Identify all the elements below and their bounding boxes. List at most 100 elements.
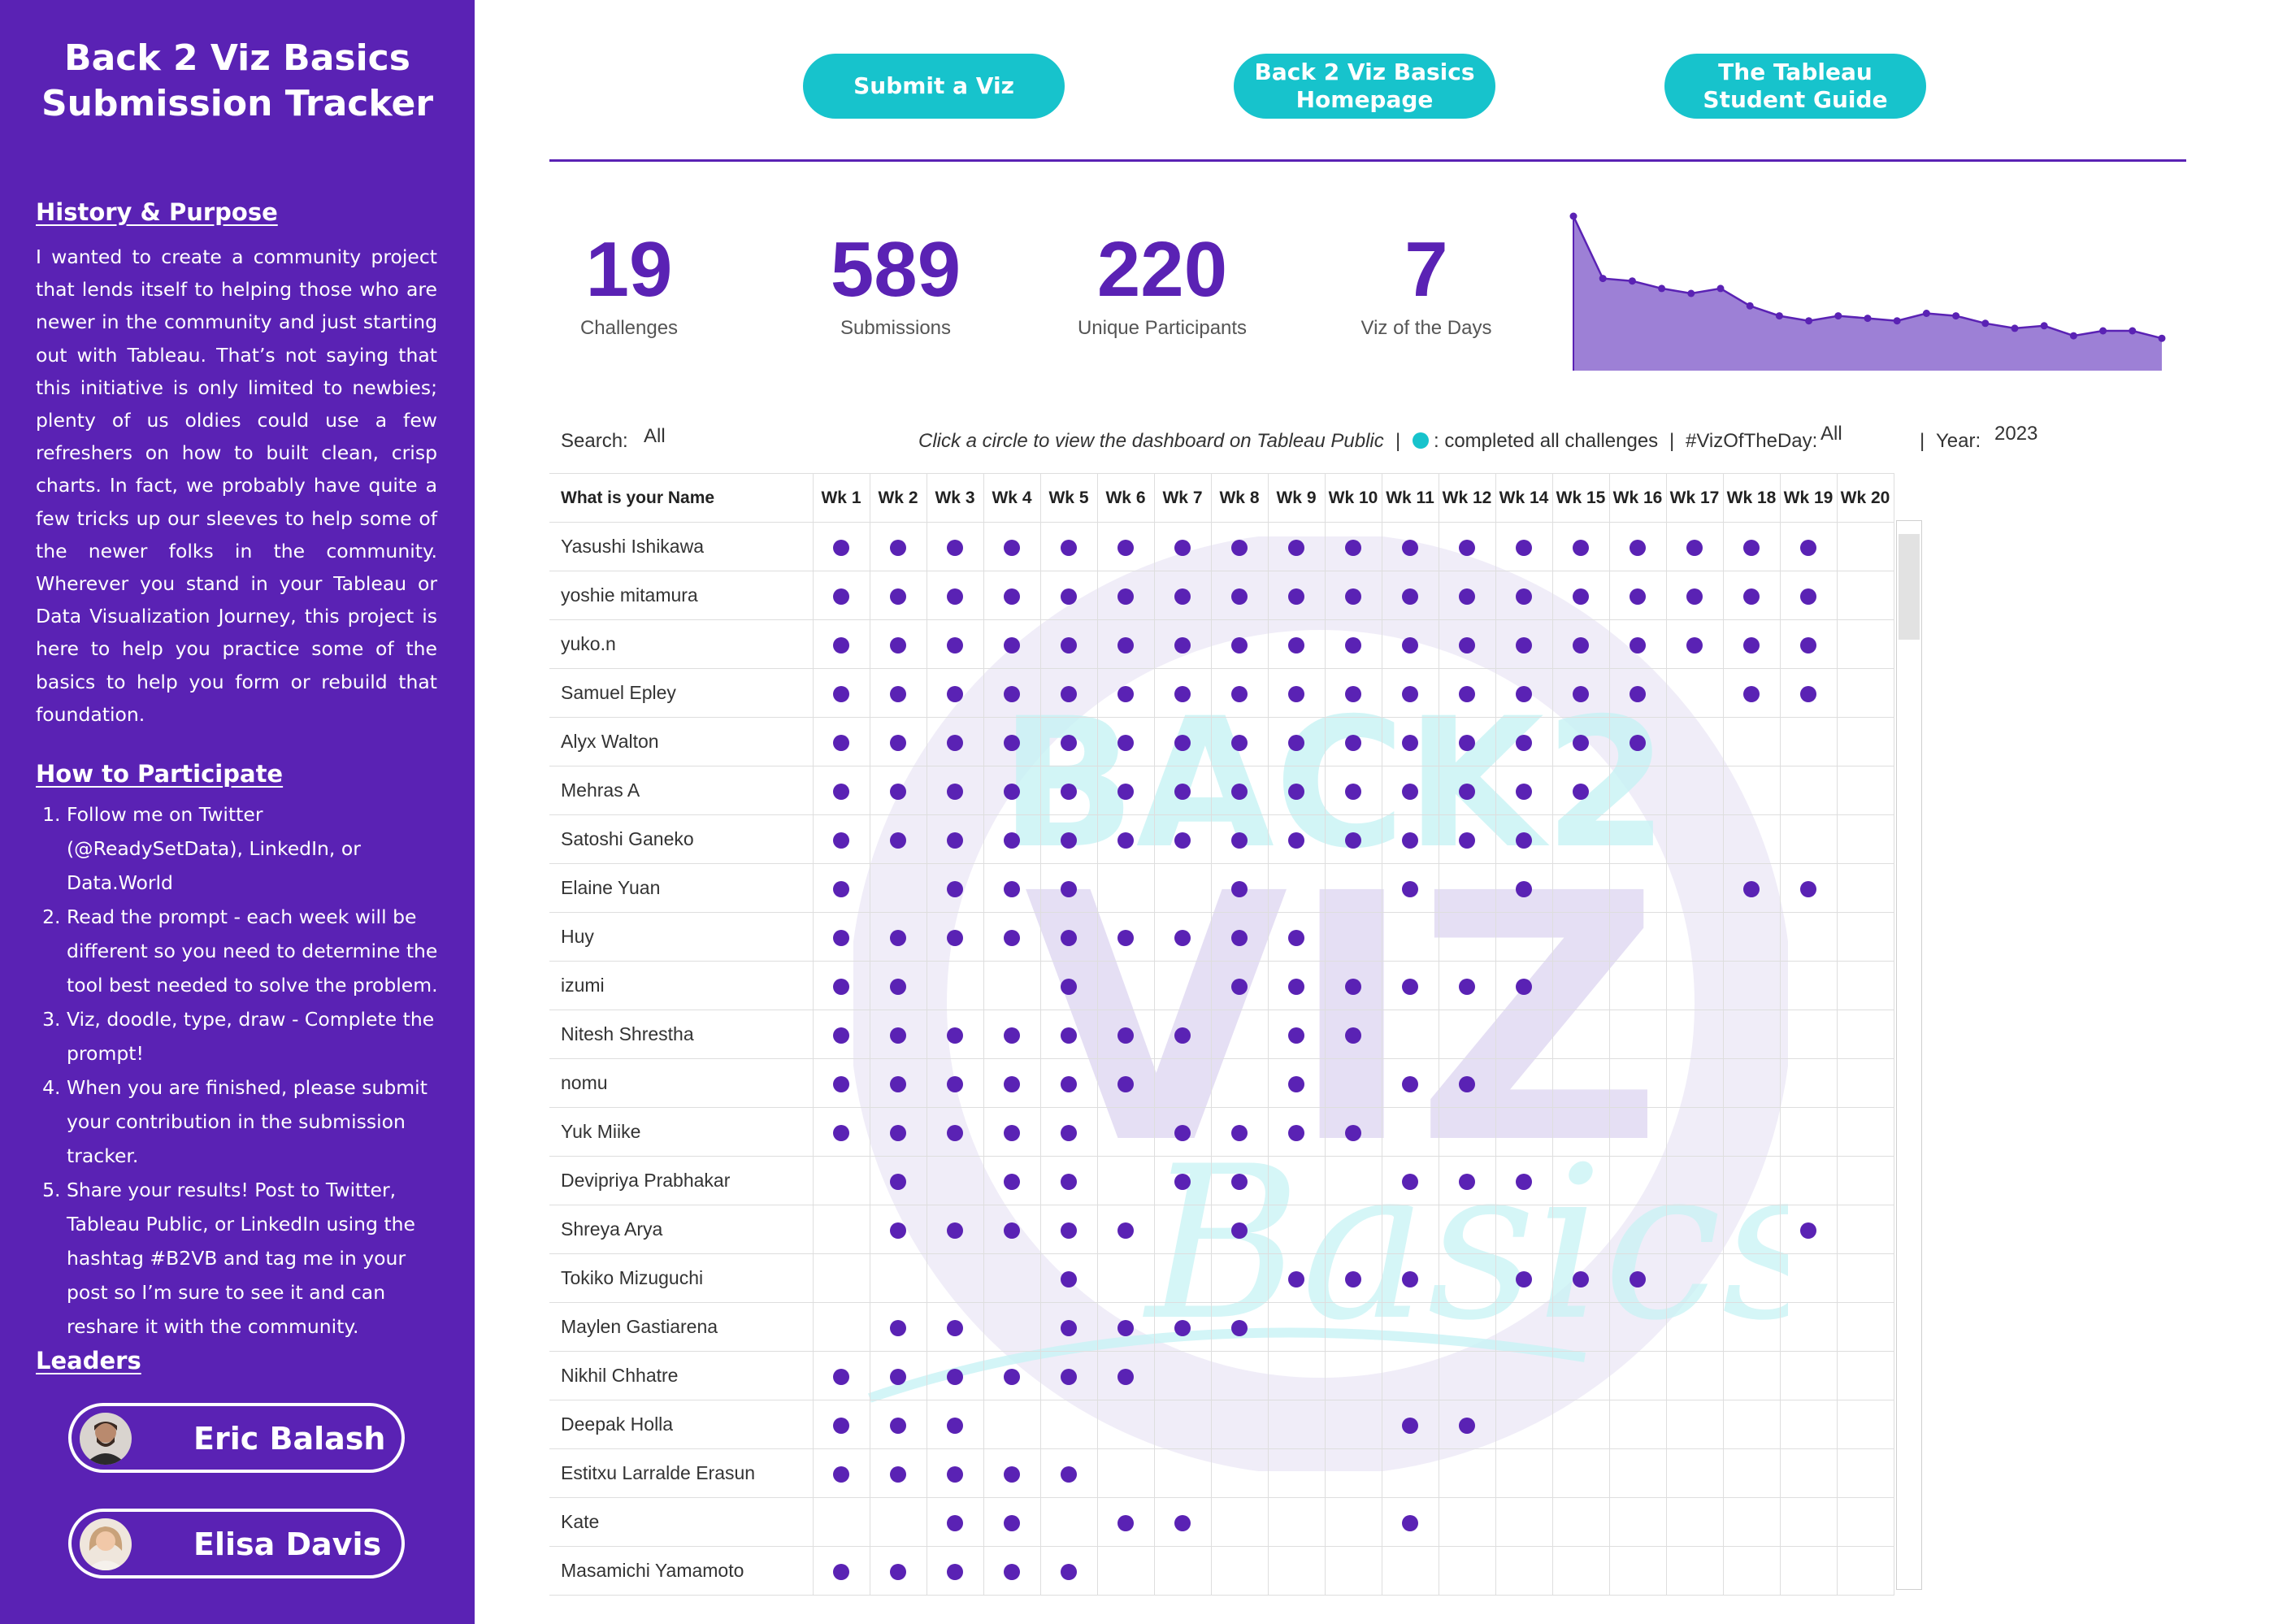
submission-dot[interactable] — [1061, 1222, 1077, 1239]
week-column-header[interactable]: Wk 8 — [1210, 473, 1269, 523]
table-scrollbar[interactable] — [1896, 520, 1922, 1590]
submission-dot[interactable] — [1516, 734, 1532, 751]
submissions-sparkline[interactable] — [1569, 211, 2170, 379]
submission-dot[interactable] — [1004, 1222, 1020, 1239]
submission-dot[interactable] — [1402, 1270, 1418, 1287]
submission-dot[interactable] — [1288, 1027, 1304, 1044]
submission-dot[interactable] — [1231, 636, 1248, 654]
submission-dot[interactable] — [1743, 588, 1760, 605]
submission-dot[interactable] — [1402, 1514, 1418, 1531]
week-column-header[interactable]: Wk 2 — [869, 473, 927, 523]
submission-dot[interactable] — [947, 783, 963, 800]
submission-dot[interactable] — [1004, 832, 1020, 849]
submission-dot[interactable] — [1516, 783, 1532, 800]
search-filter-value[interactable]: All — [644, 425, 666, 448]
submission-dot[interactable] — [1686, 539, 1703, 556]
submission-dot[interactable] — [890, 1075, 906, 1092]
submission-dot[interactable] — [1061, 1466, 1077, 1483]
submission-dot[interactable] — [1004, 1027, 1020, 1044]
submission-dot[interactable] — [1459, 832, 1475, 849]
submission-dot[interactable] — [833, 880, 849, 897]
submission-dot[interactable] — [1800, 1222, 1816, 1239]
week-column-header[interactable]: Wk 9 — [1267, 473, 1326, 523]
year-filter-value[interactable]: 2023 — [1994, 423, 2037, 445]
submission-dot[interactable] — [1345, 685, 1361, 702]
submission-dot[interactable] — [1516, 588, 1532, 605]
submission-dot[interactable] — [1004, 929, 1020, 946]
week-column-header[interactable]: Wk 1 — [812, 473, 870, 523]
submission-dot[interactable] — [1573, 588, 1589, 605]
submission-dot[interactable] — [1345, 1124, 1361, 1141]
submission-dot[interactable] — [1231, 588, 1248, 605]
submission-dot[interactable] — [1117, 636, 1134, 654]
submission-dot[interactable] — [1288, 1075, 1304, 1092]
week-column-header[interactable]: Wk 17 — [1665, 473, 1724, 523]
submit-viz-button[interactable]: Submit a Viz — [803, 54, 1065, 119]
submission-dot[interactable] — [1004, 880, 1020, 897]
submission-dot[interactable] — [1459, 685, 1475, 702]
submission-dot[interactable] — [890, 978, 906, 995]
submission-dot[interactable] — [1061, 1124, 1077, 1141]
submission-dot[interactable] — [1117, 929, 1134, 946]
submission-dot[interactable] — [833, 1368, 849, 1385]
submission-dot[interactable] — [1288, 636, 1304, 654]
submission-dot[interactable] — [947, 1075, 963, 1092]
submission-dot[interactable] — [947, 1514, 963, 1531]
submission-dot[interactable] — [1573, 1270, 1589, 1287]
submission-dot[interactable] — [1117, 1222, 1134, 1239]
submission-dot[interactable] — [1004, 734, 1020, 751]
submission-dot[interactable] — [890, 1173, 906, 1190]
submission-dot[interactable] — [1288, 685, 1304, 702]
submission-dot[interactable] — [1174, 1173, 1191, 1190]
submission-dot[interactable] — [1061, 880, 1077, 897]
submission-dot[interactable] — [890, 636, 906, 654]
submission-dot[interactable] — [1174, 832, 1191, 849]
submission-dot[interactable] — [1402, 832, 1418, 849]
submission-dot[interactable] — [1117, 588, 1134, 605]
submission-dot[interactable] — [1174, 734, 1191, 751]
submission-dot[interactable] — [1288, 588, 1304, 605]
submission-dot[interactable] — [1288, 929, 1304, 946]
submission-dot[interactable] — [1459, 1075, 1475, 1092]
votd-filter-value[interactable]: All — [1821, 423, 1842, 445]
submission-dot[interactable] — [1231, 832, 1248, 849]
submission-dot[interactable] — [1288, 978, 1304, 995]
submission-dot[interactable] — [1061, 1027, 1077, 1044]
submission-dot[interactable] — [833, 588, 849, 605]
submission-dot[interactable] — [1288, 539, 1304, 556]
submission-dot[interactable] — [1459, 539, 1475, 556]
submission-dot[interactable] — [1174, 588, 1191, 605]
submission-dot[interactable] — [1516, 978, 1532, 995]
submission-dot[interactable] — [1402, 539, 1418, 556]
submission-dot[interactable] — [890, 685, 906, 702]
submission-dot[interactable] — [1174, 1124, 1191, 1141]
submission-dot[interactable] — [890, 1027, 906, 1044]
submission-dot[interactable] — [1516, 880, 1532, 897]
submission-dot[interactable] — [833, 783, 849, 800]
submission-dot[interactable] — [1061, 783, 1077, 800]
submission-dot[interactable] — [833, 685, 849, 702]
submission-dot[interactable] — [1174, 783, 1191, 800]
submission-dot[interactable] — [1061, 1368, 1077, 1385]
submission-dot[interactable] — [1174, 1514, 1191, 1531]
submission-dot[interactable] — [833, 734, 849, 751]
submission-dot[interactable] — [1743, 539, 1760, 556]
submission-dot[interactable] — [1459, 978, 1475, 995]
submission-dot[interactable] — [947, 880, 963, 897]
submission-dot[interactable] — [1117, 1319, 1134, 1336]
submission-dot[interactable] — [890, 1319, 906, 1336]
submission-dot[interactable] — [1402, 783, 1418, 800]
submission-dot[interactable] — [890, 1466, 906, 1483]
submission-dot[interactable] — [1231, 734, 1248, 751]
submission-dot[interactable] — [1345, 588, 1361, 605]
week-column-header[interactable]: Wk 11 — [1381, 473, 1439, 523]
submission-dot[interactable] — [1061, 539, 1077, 556]
submission-dot[interactable] — [947, 1466, 963, 1483]
submission-dot[interactable] — [1800, 636, 1816, 654]
submission-dot[interactable] — [833, 832, 849, 849]
submission-dot[interactable] — [1061, 929, 1077, 946]
submission-dot[interactable] — [1630, 539, 1646, 556]
submission-dot[interactable] — [1117, 783, 1134, 800]
submission-dot[interactable] — [947, 734, 963, 751]
submission-dot[interactable] — [1516, 1173, 1532, 1190]
